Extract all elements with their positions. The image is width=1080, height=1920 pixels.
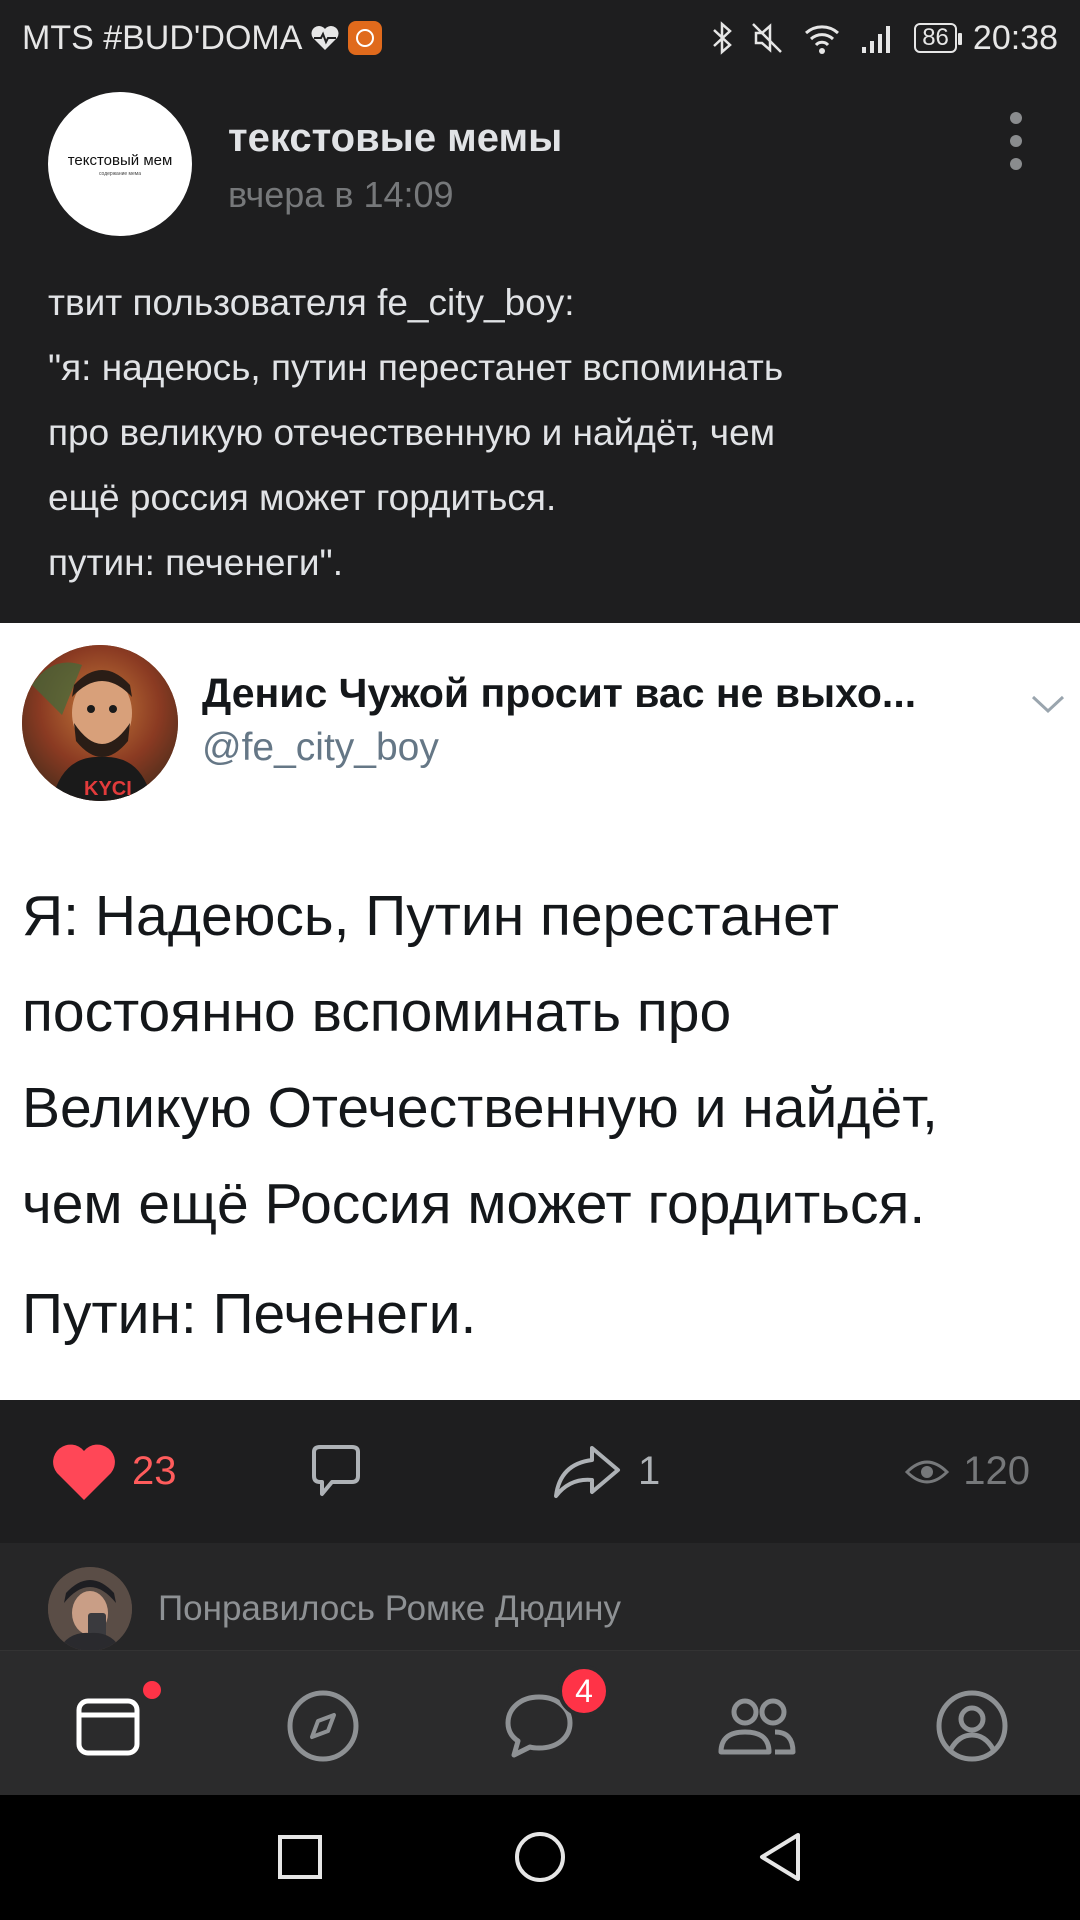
comment-icon	[312, 1444, 360, 1496]
share-icon	[554, 1445, 620, 1498]
system-nav-bar	[0, 1795, 1080, 1920]
views-count: 120	[963, 1449, 1030, 1493]
chevron-down-icon	[1031, 695, 1065, 714]
like-count: 23	[132, 1449, 177, 1493]
post-text-line: про великую отечественную и найдёт, чем	[48, 412, 776, 453]
share-count: 1	[638, 1449, 661, 1493]
app-notification-icon	[348, 21, 383, 55]
post-text-line: "я: надеюсь, путин перестанет вспоминать	[48, 347, 784, 388]
tweet-body-line: Я: Надеюсь, Путин перестанет	[22, 884, 840, 948]
tweet-body: Я: Надеюсь, Путин перестанет постоянно в…	[22, 868, 1072, 1362]
tab-bar: 4	[0, 1650, 1080, 1795]
carrier-text: MTS #BUD'DOMA	[22, 18, 303, 57]
heart-pulse-icon	[311, 26, 339, 50]
tweet-author-name: Денис Чужой просит вас не выхо...	[202, 670, 917, 716]
profile-icon	[936, 1690, 1008, 1762]
square-icon	[278, 1835, 322, 1879]
more-options-button[interactable]	[996, 106, 1036, 176]
back-button[interactable]	[748, 1825, 812, 1889]
back-triangle-icon	[760, 1833, 800, 1881]
liked-by-text: Понравилось Ромке Дюдину	[158, 1589, 621, 1628]
share-button[interactable]: 1	[552, 1400, 660, 1543]
circle-icon	[515, 1832, 565, 1882]
wifi-icon	[805, 25, 840, 54]
liked-by-row[interactable]: Понравилось Ромке Дюдину	[0, 1543, 1080, 1651]
tweet-body-line: Великую Отечественную и найдёт,	[22, 1076, 938, 1140]
news-notification-dot	[143, 1681, 161, 1699]
status-bar: MTS #BUD'DOMA 86 20:38	[0, 0, 1080, 76]
home-button[interactable]	[508, 1825, 572, 1889]
messages-badge: 4	[558, 1665, 610, 1717]
more-dot-icon	[1010, 158, 1022, 170]
post-text-line: твит пользователя fe_city_boy:	[48, 282, 575, 323]
carrier-group: MTS #BUD'DOMA	[22, 18, 383, 58]
heart-icon	[53, 1444, 115, 1500]
post-header: текстовый мем содержание мема текстовые …	[0, 76, 1080, 256]
tweet-author-avatar: KYCI	[22, 645, 178, 801]
status-icons: 86 20:38	[710, 19, 1058, 58]
comment-button[interactable]	[306, 1400, 366, 1543]
post-text-line: путин: печенеги".	[48, 542, 343, 583]
group-name[interactable]: текстовые мемы	[228, 116, 562, 161]
tweet-avatar-shirt-text: KYCI	[84, 778, 132, 800]
more-dot-icon	[1010, 135, 1022, 147]
tab-messages[interactable]: 4	[494, 1665, 610, 1771]
eye-icon	[905, 1460, 950, 1483]
signal-icon	[862, 26, 891, 53]
compass-icon	[287, 1690, 359, 1762]
tab-news[interactable]	[63, 1681, 161, 1771]
tab-friends[interactable]	[712, 1681, 802, 1771]
tweet-body-line: чем ещё Россия может гордиться.	[22, 1172, 926, 1236]
post-time: вчера в 14:09	[228, 174, 454, 215]
tweet-body-line: Путин: Печенеги.	[22, 1282, 477, 1346]
group-avatar[interactable]: текстовый мем содержание мема	[48, 92, 192, 236]
news-tab-icon	[76, 1698, 140, 1756]
tweet-image[interactable]: KYCI Денис Чужой просит вас не выхо... @…	[0, 623, 1080, 1400]
tab-profile[interactable]	[927, 1681, 1017, 1771]
recents-button[interactable]	[268, 1825, 332, 1889]
post-text-line: ещё россия может гордиться.	[48, 477, 557, 518]
liked-by-avatar	[48, 1567, 132, 1651]
views-counter: 120	[905, 1400, 1030, 1543]
tab-discover[interactable]	[278, 1681, 368, 1771]
post-text: твит пользователя fe_city_boy: "я: надею…	[48, 270, 1048, 595]
tweet-author-handle: @fe_city_boy	[202, 726, 439, 769]
more-dot-icon	[1010, 112, 1022, 124]
group-avatar-subtext: содержание мема	[99, 170, 141, 177]
bluetooth-icon	[713, 21, 733, 55]
post-actions: 23 1 120	[0, 1400, 1080, 1543]
friends-icon	[718, 1698, 796, 1755]
mute-icon	[752, 23, 783, 53]
group-avatar-text: текстовый мем	[67, 151, 173, 169]
clock: 20:38	[972, 18, 1058, 57]
battery-indicator: 86	[914, 23, 962, 53]
tweet-body-line: постоянно вспоминать про	[22, 980, 732, 1044]
like-button[interactable]: 23	[50, 1400, 177, 1543]
tweet-body-gap	[22, 1252, 1072, 1266]
